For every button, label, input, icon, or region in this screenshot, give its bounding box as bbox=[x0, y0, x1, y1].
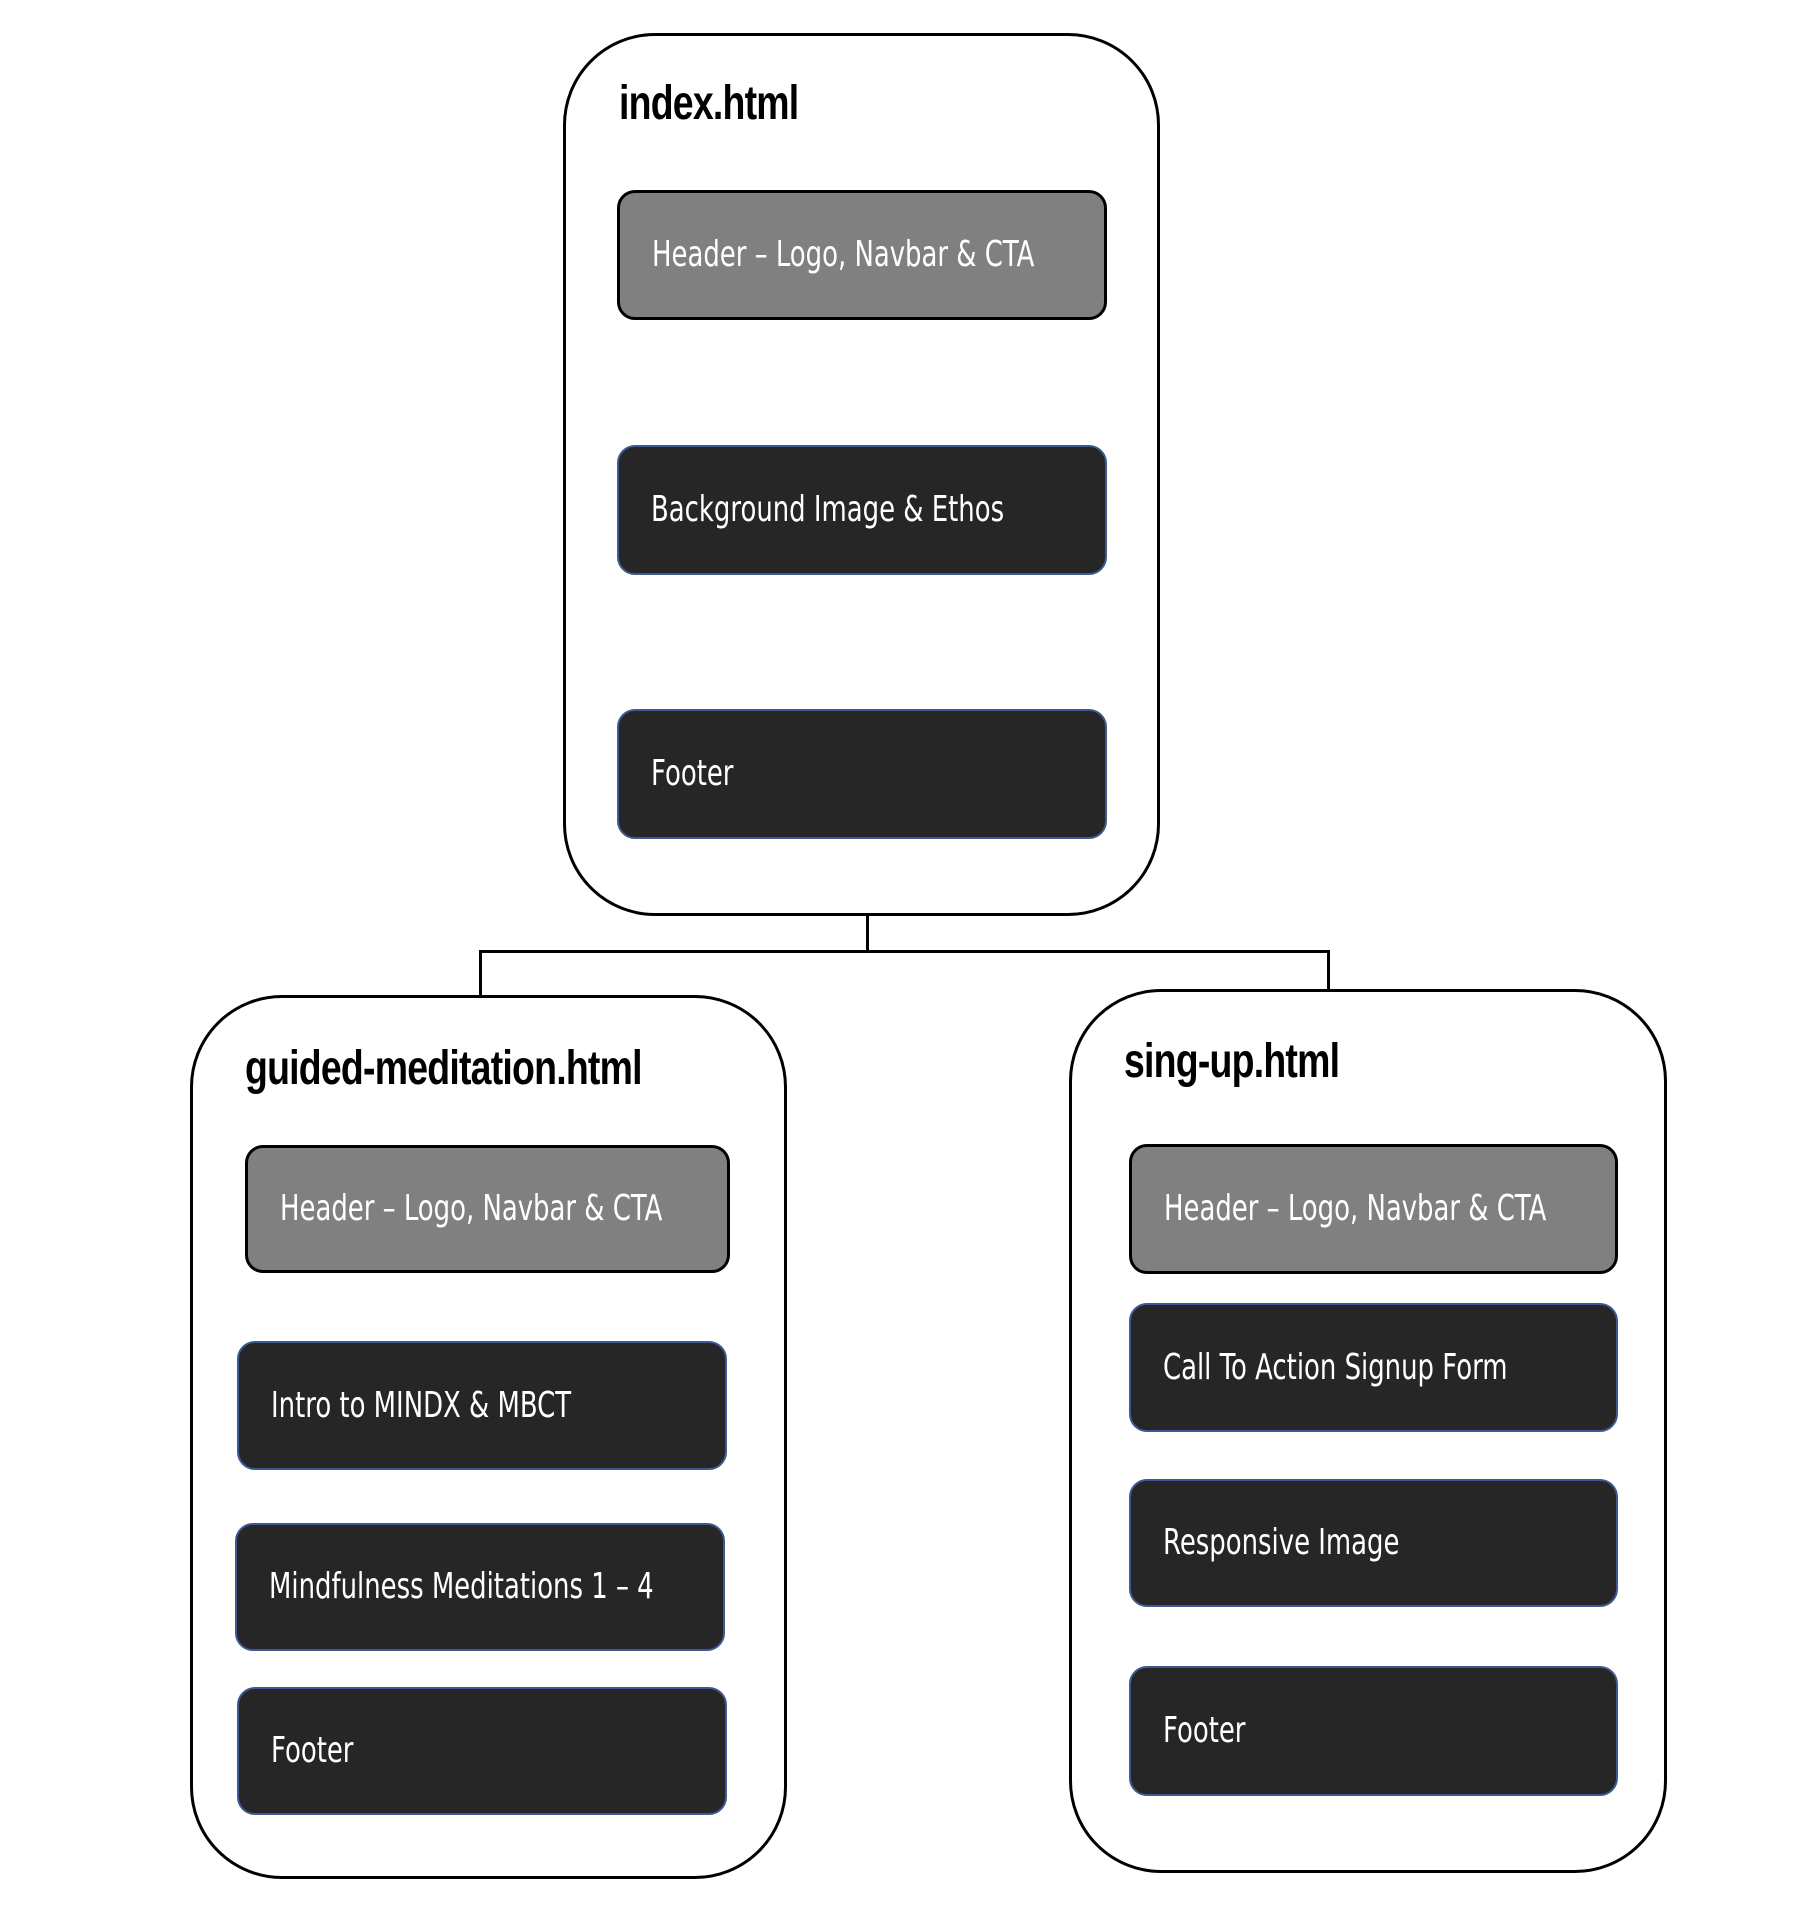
section-label: Header – Logo, Navbar & CTA bbox=[1164, 1188, 1547, 1229]
section-label: Intro to MINDX & MBCT bbox=[271, 1384, 572, 1426]
section-label: Mindfulness Meditations 1 – 4 bbox=[269, 1566, 654, 1607]
section-signup-footer: Footer bbox=[1129, 1666, 1618, 1796]
section-signup-responsive-image: Responsive Image bbox=[1129, 1479, 1618, 1607]
section-label: Header – Logo, Navbar & CTA bbox=[280, 1188, 663, 1229]
section-guided-header: Header – Logo, Navbar & CTA bbox=[245, 1145, 730, 1273]
section-label: Background Image & Ethos bbox=[651, 489, 1005, 530]
section-index-background-ethos: Background Image & Ethos bbox=[617, 445, 1107, 575]
section-guided-footer: Footer bbox=[237, 1687, 727, 1815]
section-label: Call To Action Signup Form bbox=[1163, 1346, 1508, 1388]
page-title-guided-meditation: guided-meditation.html bbox=[245, 1042, 643, 1095]
page-title-sign-up: sing-up.html bbox=[1124, 1035, 1340, 1088]
section-signup-header: Header – Logo, Navbar & CTA bbox=[1129, 1144, 1618, 1274]
page-title-index: index.html bbox=[619, 77, 799, 130]
section-label: Header – Logo, Navbar & CTA bbox=[652, 234, 1035, 275]
section-label: Footer bbox=[271, 1730, 354, 1771]
connector-to-sign-up bbox=[1327, 950, 1330, 991]
connector-horizontal bbox=[479, 950, 1330, 953]
section-index-header: Header – Logo, Navbar & CTA bbox=[617, 190, 1107, 320]
section-label: Footer bbox=[1163, 1710, 1246, 1751]
section-label: Footer bbox=[651, 753, 734, 794]
section-guided-meditations: Mindfulness Meditations 1 – 4 bbox=[235, 1523, 725, 1651]
section-signup-cta-form: Call To Action Signup Form bbox=[1129, 1303, 1618, 1432]
section-index-footer: Footer bbox=[617, 709, 1107, 839]
connector-to-guided-meditation bbox=[479, 950, 482, 997]
section-label: Responsive Image bbox=[1163, 1522, 1400, 1563]
connector-root-stem bbox=[866, 914, 869, 953]
section-guided-intro: Intro to MINDX & MBCT bbox=[237, 1341, 727, 1470]
